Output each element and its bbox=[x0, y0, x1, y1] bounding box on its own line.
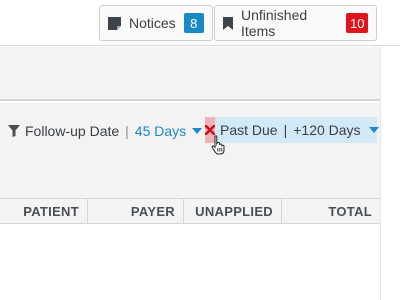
column-header-payer[interactable]: PAYER bbox=[88, 199, 184, 223]
toolbar-area bbox=[0, 47, 380, 101]
unfinished-count-badge: 10 bbox=[346, 13, 368, 33]
table-header: PATIENT PAYER UNAPPLIED TOTAL bbox=[0, 198, 380, 224]
column-header-total[interactable]: TOTAL bbox=[282, 199, 380, 223]
bookmark-icon bbox=[223, 16, 233, 30]
column-header-unapplied[interactable]: UNAPPLIED bbox=[184, 199, 282, 223]
hand-pointer-cursor-icon bbox=[211, 135, 225, 155]
unfinished-items-button[interactable]: Unfinished Items 10 bbox=[214, 5, 377, 41]
column-header-patient[interactable]: PATIENT bbox=[0, 199, 88, 223]
caret-down-icon[interactable] bbox=[192, 128, 203, 134]
past-due-filter[interactable]: Past Due | +120 Days bbox=[205, 117, 379, 143]
scrollbar-track[interactable] bbox=[380, 47, 400, 300]
close-icon bbox=[205, 125, 215, 135]
notices-label: Notices bbox=[129, 15, 176, 31]
followup-date-value[interactable]: 45 Days bbox=[135, 123, 186, 139]
notices-button[interactable]: Notices 8 bbox=[99, 5, 213, 41]
notices-count-badge: 8 bbox=[183, 13, 204, 33]
caret-down-icon[interactable] bbox=[368, 127, 379, 133]
followup-date-filter[interactable]: Follow-up Date | 45 Days bbox=[8, 121, 203, 141]
table-body bbox=[0, 224, 380, 300]
past-due-value[interactable]: +120 Days bbox=[293, 122, 360, 138]
filter-bar: Follow-up Date | 45 Days Past Due | +120… bbox=[0, 103, 380, 198]
filter-separator: | bbox=[283, 122, 288, 138]
filter-icon bbox=[8, 125, 20, 137]
followup-date-label: Follow-up Date bbox=[25, 123, 120, 139]
note-icon bbox=[108, 16, 121, 30]
filter-separator: | bbox=[125, 123, 129, 139]
top-header: Notices 8 Unfinished Items 10 bbox=[0, 0, 400, 46]
unfinished-items-label: Unfinished Items bbox=[241, 7, 308, 39]
